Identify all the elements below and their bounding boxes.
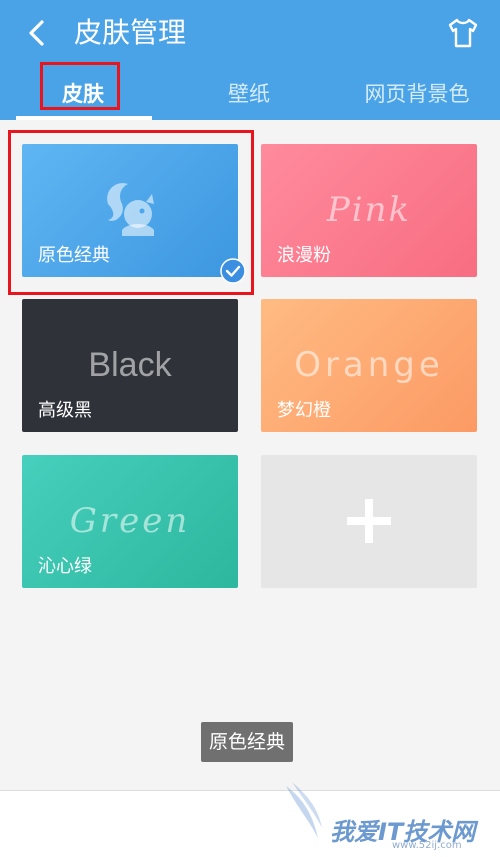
skin-wordmark: Pink bbox=[326, 190, 412, 230]
skin-card-classic[interactable]: 原色经典 bbox=[22, 144, 238, 277]
watermark-url: www.52ij.com bbox=[392, 840, 462, 851]
tshirt-icon[interactable] bbox=[446, 16, 480, 50]
skin-card-black[interactable]: Black 高级黑 bbox=[22, 299, 238, 432]
skin-card-green[interactable]: Green 沁心绿 bbox=[22, 455, 238, 588]
plus-icon bbox=[347, 499, 391, 543]
tab-page-background[interactable]: 网页背景色 bbox=[358, 74, 476, 114]
squirrel-icon bbox=[107, 183, 154, 236]
skin-card-pink[interactable]: Pink 浪漫粉 bbox=[261, 144, 477, 277]
skin-label: 原色经典 bbox=[38, 245, 110, 266]
check-icon bbox=[220, 258, 246, 284]
skin-card-orange[interactable]: Orange 梦幻橙 bbox=[261, 299, 477, 432]
tab-wallpaper[interactable]: 壁纸 bbox=[214, 74, 284, 114]
toast-message: 原色经典 bbox=[201, 722, 294, 762]
back-icon[interactable] bbox=[22, 18, 52, 48]
skin-label: 沁心绿 bbox=[38, 556, 92, 577]
add-skin-button[interactable] bbox=[261, 455, 477, 588]
page-title: 皮肤管理 bbox=[74, 16, 187, 49]
skin-wordmark: Green bbox=[69, 501, 191, 541]
skin-wordmark: Black bbox=[88, 346, 172, 384]
skin-label: 高级黑 bbox=[38, 400, 92, 421]
skin-label: 梦幻橙 bbox=[277, 400, 331, 421]
skin-wordmark: Orange bbox=[294, 345, 444, 385]
header-bar: 皮肤管理 皮肤 壁纸 网页背景色 bbox=[0, 0, 500, 120]
tab-skin[interactable]: 皮肤 bbox=[44, 74, 122, 114]
skin-label: 浪漫粉 bbox=[277, 245, 331, 266]
tab-active-indicator bbox=[16, 116, 152, 120]
